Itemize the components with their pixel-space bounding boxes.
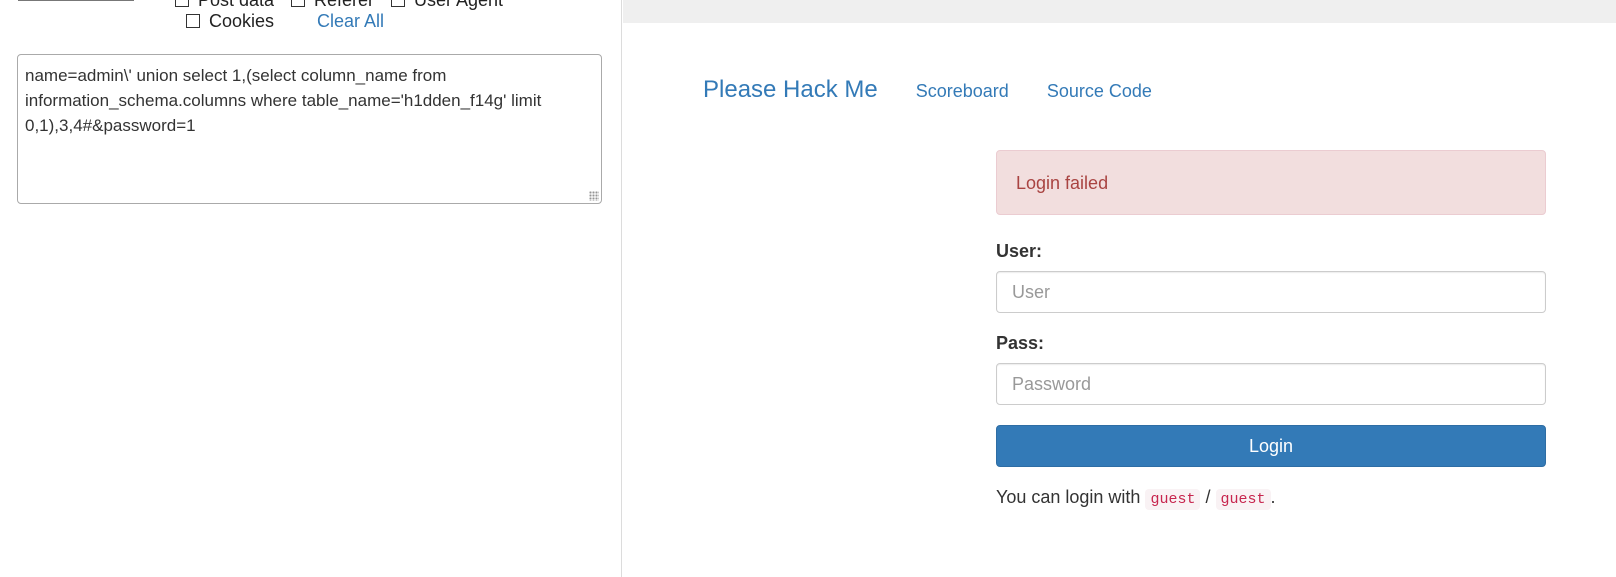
referer-label: Referer: [314, 0, 375, 10]
nav-scoreboard[interactable]: Scoreboard: [916, 81, 1009, 102]
brand-link[interactable]: Please Hack Me: [703, 76, 878, 104]
option-cookies[interactable]: Cookies: [186, 11, 274, 31]
user-input[interactable]: [996, 271, 1546, 313]
hackbar-panel: Post data Referer User Agent Cookies Cle…: [0, 0, 622, 577]
nav-source-code[interactable]: Source Code: [1047, 81, 1152, 102]
page-top-bar: [623, 0, 1616, 23]
login-button[interactable]: Login: [996, 425, 1546, 467]
cookies-label: Cookies: [209, 11, 275, 31]
pass-label: Pass:: [996, 333, 1045, 353]
option-post-data[interactable]: Post data: [175, 0, 274, 10]
hint-suffix: .: [1270, 487, 1276, 507]
navbar: Please Hack Me Scoreboard Source Code: [703, 76, 1152, 104]
clear-all-link[interactable]: Clear All: [317, 11, 384, 32]
post-data-checkbox[interactable]: [175, 0, 189, 7]
password-input[interactable]: [996, 363, 1546, 405]
referer-checkbox[interactable]: [291, 0, 305, 7]
clear-all-label[interactable]: Clear All: [317, 11, 384, 32]
hint-pass-code: guest: [1215, 489, 1271, 510]
hint-prefix: You can login with: [996, 487, 1141, 507]
login-hint: You can login with guest / guest.: [996, 487, 1276, 510]
resize-grip-icon[interactable]: [589, 191, 599, 201]
post-data-label: Post data: [198, 0, 275, 10]
payload-textarea[interactable]: name=admin\' union select 1,(select colu…: [17, 54, 602, 204]
user-agent-checkbox[interactable]: [391, 0, 405, 7]
panel-divider-line: [18, 0, 134, 2]
login-failed-alert: Login failed: [996, 150, 1546, 215]
hint-user-code: guest: [1145, 489, 1201, 510]
cookies-checkbox[interactable]: [186, 14, 200, 28]
user-agent-label: User Agent: [414, 0, 504, 10]
user-label: User:: [996, 241, 1043, 261]
option-referer[interactable]: Referer: [291, 0, 374, 10]
option-user-agent[interactable]: User Agent: [391, 0, 503, 10]
hint-separator: /: [1205, 487, 1211, 507]
web-page: Please Hack Me Scoreboard Source Code Lo…: [623, 0, 1616, 577]
